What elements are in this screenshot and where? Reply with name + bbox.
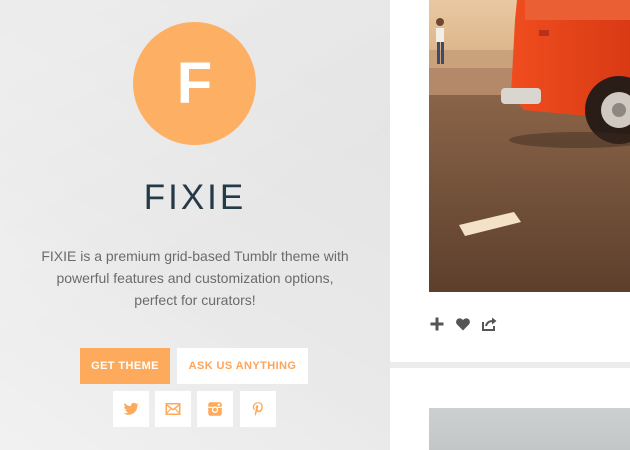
share-icon [482,317,497,331]
sidebar: F FIXIE FIXIE is a premium grid-based Tu… [0,0,390,450]
mail-icon [165,403,181,415]
pinterest-icon [252,402,263,416]
post-photo[interactable] [429,0,630,292]
ask-us-anything-button[interactable]: ASK US ANYTHING [177,348,308,384]
mail-button[interactable] [155,391,191,427]
post-card [390,368,630,450]
post-photo[interactable] [429,408,630,450]
twitter-button[interactable] [113,391,149,427]
post-actions [429,315,497,333]
reblog-plus-icon [430,317,444,331]
site-description: FIXIE is a premium grid-based Tumblr the… [41,248,349,308]
get-theme-button[interactable]: GET THEME [80,348,170,384]
like-heart-icon [456,318,470,331]
instagram-icon [208,402,222,416]
site-title[interactable]: FIXIE [0,178,390,218]
share-button[interactable] [481,316,497,332]
reblog-button[interactable] [429,316,445,332]
post-photo-image [429,0,630,292]
post-card [390,0,630,362]
logo[interactable]: F [133,22,256,145]
like-button[interactable] [455,316,471,332]
pinterest-button[interactable] [240,391,276,427]
twitter-icon [123,402,139,415]
logo-letter: F [176,50,213,116]
instagram-button[interactable] [197,391,233,427]
